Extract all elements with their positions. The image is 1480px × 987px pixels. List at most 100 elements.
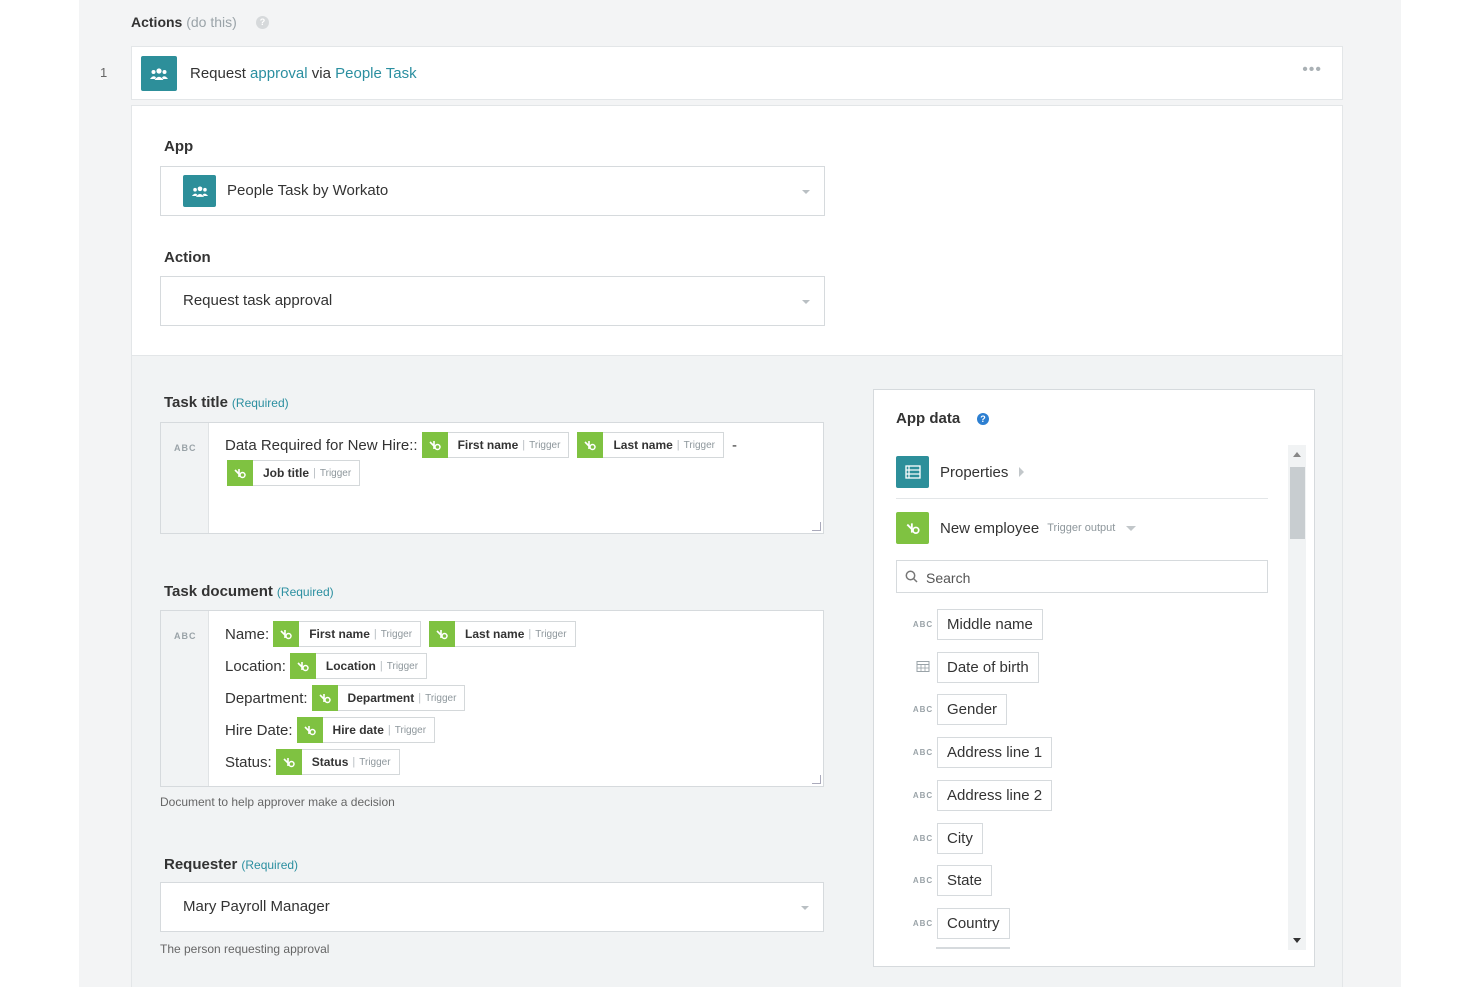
app-data-field[interactable]: ABC Gender — [910, 694, 1008, 726]
datapill-source: Trigger — [535, 628, 567, 640]
app-select-value: People Task by Workato — [227, 182, 389, 199]
task-document-label-text: Task document — [164, 583, 273, 600]
datapill-name: Job title — [263, 466, 310, 480]
chevron-right-icon — [1019, 467, 1025, 477]
datapill-name: Last name — [613, 438, 673, 452]
people-task-link[interactable]: People Task — [335, 65, 416, 82]
people-task-icon — [141, 56, 177, 91]
trigger-icon — [421, 432, 448, 458]
properties-row[interactable]: Properties — [896, 456, 1025, 488]
field-name: State — [937, 865, 993, 897]
field-name: Gender — [937, 694, 1008, 726]
datapill[interactable]: Department | Trigger — [311, 685, 466, 711]
task-document-line: Location: Location | Trigger — [225, 653, 435, 679]
chevron-down-icon — [802, 300, 810, 304]
app-data-field[interactable]: ABC Middle name — [910, 609, 1043, 640]
field-name: Middle name — [937, 609, 1043, 640]
datapill-source: Trigger — [529, 439, 561, 451]
datapill[interactable]: Location | Trigger — [289, 653, 428, 679]
step-header[interactable]: Request approval via People Task ••• — [131, 46, 1343, 100]
help-icon[interactable]: ? — [256, 16, 269, 29]
properties-label: Properties — [940, 463, 1009, 481]
datapill-separator: | — [676, 439, 680, 451]
datapill[interactable]: Job title | Trigger — [227, 460, 361, 486]
task-document-input[interactable]: ABC Name: First name | Trigger Last name | Tri… — [160, 610, 824, 787]
text-type-icon: ABC — [912, 748, 934, 758]
app-data-search[interactable]: Search — [896, 560, 1268, 593]
more-options-icon[interactable]: ••• — [1302, 61, 1322, 79]
list-icon — [896, 456, 929, 488]
requester-label: Requester (Required) — [164, 856, 298, 873]
required-tag: (Required) — [241, 858, 299, 872]
chevron-down-icon — [801, 906, 809, 910]
help-icon[interactable]: ? — [977, 413, 989, 425]
task-document-line: Hire Date: Hire date | Trigger — [225, 717, 443, 743]
datapill-separator: | — [379, 660, 383, 672]
divider — [896, 498, 1268, 499]
search-placeholder: Search — [926, 570, 971, 586]
field-name: Country — [937, 907, 1010, 939]
app-data-field[interactable]: ABC Address line 2 — [910, 779, 1053, 811]
datapill-name: Location — [325, 659, 376, 673]
action-select[interactable]: Request task approval — [160, 276, 825, 326]
app-data-field[interactable]: ABC Country — [910, 907, 1010, 939]
trigger-output-row[interactable]: New employee Trigger output — [896, 512, 1137, 544]
datapill[interactable]: Hire date | Trigger — [296, 717, 436, 743]
scroll-thumb[interactable] — [1290, 467, 1305, 539]
requester-label-text: Requester — [164, 856, 238, 873]
requester-select[interactable]: Mary Payroll Manager — [160, 882, 824, 932]
scrollbar[interactable] — [1288, 445, 1306, 950]
resize-handle[interactable] — [812, 775, 821, 784]
datapill-separator: | — [522, 439, 526, 451]
chevron-down-icon — [1126, 525, 1137, 531]
text-type-icon: ABC — [912, 918, 934, 928]
datapill-source: Trigger — [380, 628, 413, 640]
field-name: Date of birth — [937, 651, 1039, 683]
app-data-field[interactable]: ABC State — [910, 865, 993, 897]
requester-hint: The person requesting approval — [160, 942, 330, 956]
scroll-down-arrow[interactable] — [1293, 938, 1301, 943]
task-document-hint: Document to help approver make a decisio… — [160, 795, 395, 809]
task-title-label: Task title (Required) — [164, 394, 289, 411]
datapill-name: Last name — [465, 627, 525, 641]
datapill-separator: | — [528, 628, 532, 640]
trigger-name: New employee — [940, 519, 1040, 537]
partial-list-item — [936, 947, 1010, 949]
text-type-icon: ABC — [912, 876, 934, 886]
text-type-icon: ABC — [912, 705, 934, 715]
datapill-name: First name — [309, 627, 370, 641]
datapill-source: Trigger — [319, 467, 352, 479]
approval-link[interactable]: approval — [250, 65, 308, 82]
datapill-separator: | — [387, 724, 391, 736]
task-document-row-label: Location: — [225, 657, 286, 675]
resize-handle[interactable] — [812, 522, 821, 531]
required-tag: (Required) — [276, 585, 334, 599]
task-document-row-label: Department: — [225, 689, 308, 707]
scroll-up-arrow[interactable] — [1293, 452, 1301, 457]
text-type-icon: ABC — [912, 620, 934, 629]
datapill[interactable]: Last name | Trigger — [577, 432, 724, 458]
datapill-source: Trigger — [386, 660, 419, 672]
field-name: City — [937, 822, 983, 854]
app-select[interactable]: People Task by Workato — [160, 166, 825, 216]
trigger-icon — [275, 749, 302, 775]
app-data-field[interactable]: ABC Address line 1 — [910, 737, 1053, 769]
task-title-label-text: Task title — [164, 394, 228, 411]
datapill[interactable]: First name | Trigger — [421, 432, 570, 458]
app-data-field[interactable]: ABC City — [910, 822, 983, 854]
task-document-label: Task document (Required) — [164, 583, 334, 600]
text-type-icon: ABC — [912, 790, 934, 800]
trigger-output-tag: Trigger output — [1047, 522, 1116, 534]
datapill[interactable]: Status | Trigger — [275, 749, 400, 775]
datapill-source: Trigger — [425, 692, 457, 704]
datapill[interactable]: First name | Trigger — [273, 621, 422, 647]
datapill[interactable]: Last name | Trigger — [429, 621, 576, 647]
actions-section-title: Actions (do this) — [131, 14, 237, 30]
step-middle: via — [311, 65, 331, 82]
task-title-input[interactable]: ABC Data Required for New Hire:: First n… — [160, 422, 824, 534]
trigger-icon — [577, 432, 604, 458]
app-data-field[interactable]: Date of birth — [910, 651, 1039, 683]
datapill-separator: | — [352, 756, 356, 768]
datapill-name: Department — [347, 691, 415, 705]
field-name: Address line 2 — [937, 779, 1053, 811]
